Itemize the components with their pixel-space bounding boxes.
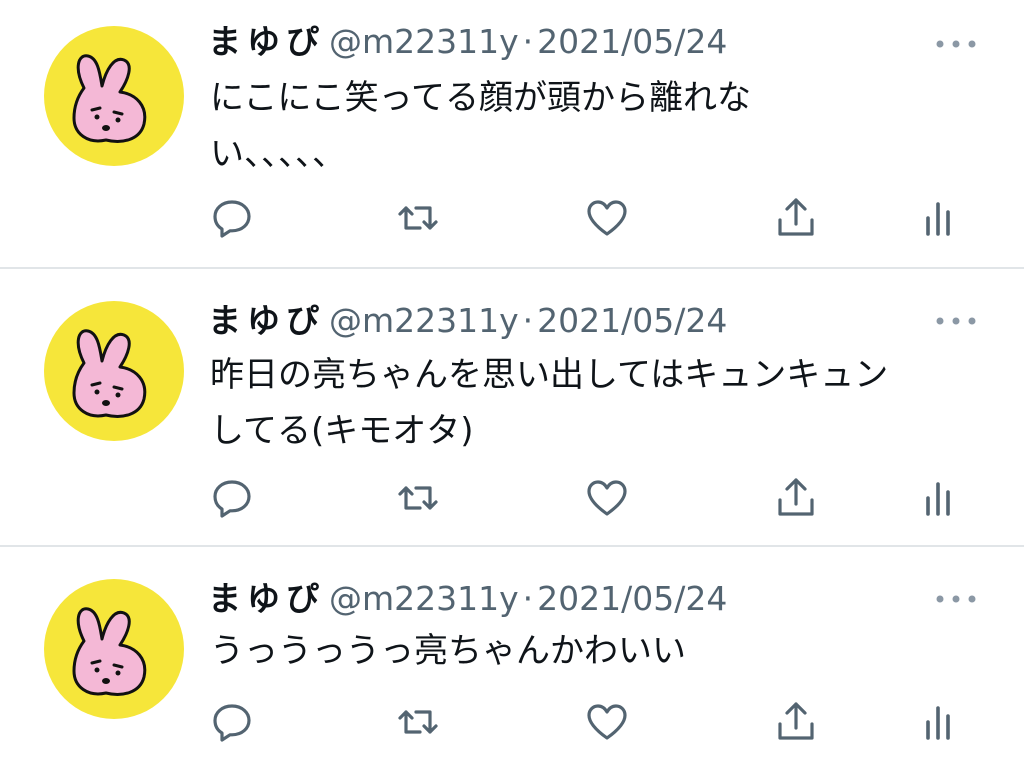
analytics-button[interactable] [916,698,964,746]
analytics-icon [926,482,950,516]
tweet[interactable]: まゆぴ @m22311y · 2021/05/24 昨日の亮ちゃんを思い出してはキュン… [0,269,1024,545]
action-bar [0,194,1024,242]
analytics-button[interactable] [916,194,964,242]
pink-rabbit-avatar-icon [44,26,184,166]
separator: · [522,579,534,618]
retweet-button[interactable] [394,698,442,746]
like-button[interactable] [583,474,631,522]
share-button[interactable] [772,474,820,522]
pink-rabbit-avatar-icon [44,301,184,441]
like-button[interactable] [583,194,631,242]
reply-button[interactable] [208,474,256,522]
display-name[interactable]: まゆぴ [208,22,325,61]
tweet-header: まゆぴ @m22311y · 2021/05/24 [208,299,727,343]
reply-button[interactable] [208,698,256,746]
tweet-text: にこにこ笑ってる顔が頭から離れな い、、、、、 [210,78,751,174]
reply-icon [213,200,251,238]
more-dots-icon [936,317,976,325]
share-button[interactable] [772,698,820,746]
tweet[interactable]: まゆぴ @m22311y · 2021/05/24 うっうっうっ亮ちゃんかわいい [0,547,1024,766]
share-button[interactable] [772,194,820,242]
reply-icon [213,704,251,742]
retweet-icon [398,710,438,734]
more-button[interactable] [934,34,978,54]
retweet-icon [398,486,438,510]
user-handle[interactable]: @m22311y [329,22,519,61]
tweet-date[interactable]: 2021/05/24 [537,22,727,61]
tweet-header: まゆぴ @m22311y · 2021/05/24 [208,577,727,621]
tweet-text: 昨日の亮ちゃんを思い出してはキュンキュン してる(キモオタ) [210,355,889,451]
like-button[interactable] [583,698,631,746]
display-name[interactable]: まゆぴ [208,579,325,618]
share-icon [778,702,814,740]
user-handle[interactable]: @m22311y [329,579,519,618]
action-bar [0,698,1024,746]
reply-button[interactable] [208,194,256,242]
analytics-icon [926,202,950,236]
tweet-header: まゆぴ @m22311y · 2021/05/24 [208,20,727,64]
tweet-date[interactable]: 2021/05/24 [537,579,727,618]
tweet-date[interactable]: 2021/05/24 [537,301,727,340]
user-handle[interactable]: @m22311y [329,301,519,340]
separator: · [522,22,534,61]
analytics-icon [926,706,950,740]
like-icon [587,704,627,740]
share-icon [778,198,814,236]
analytics-button[interactable] [916,474,964,522]
more-dots-icon [936,40,976,48]
retweet-button[interactable] [394,194,442,242]
display-name[interactable]: まゆぴ [208,301,325,340]
like-icon [587,200,627,236]
tweet-text: うっうっうっ亮ちゃんかわいい [210,631,686,671]
more-button[interactable] [934,589,978,609]
like-icon [587,480,627,516]
avatar[interactable] [44,26,184,166]
retweet-button[interactable] [394,474,442,522]
action-bar [0,474,1024,522]
tweet[interactable]: まゆぴ @m22311y · 2021/05/24 にこにこ笑ってる顔が頭から離れな … [0,0,1024,268]
retweet-icon [398,206,438,230]
reply-icon [213,480,251,518]
more-dots-icon [936,595,976,603]
share-icon [778,478,814,516]
avatar[interactable] [44,301,184,441]
more-button[interactable] [934,311,978,331]
separator: · [522,301,534,340]
